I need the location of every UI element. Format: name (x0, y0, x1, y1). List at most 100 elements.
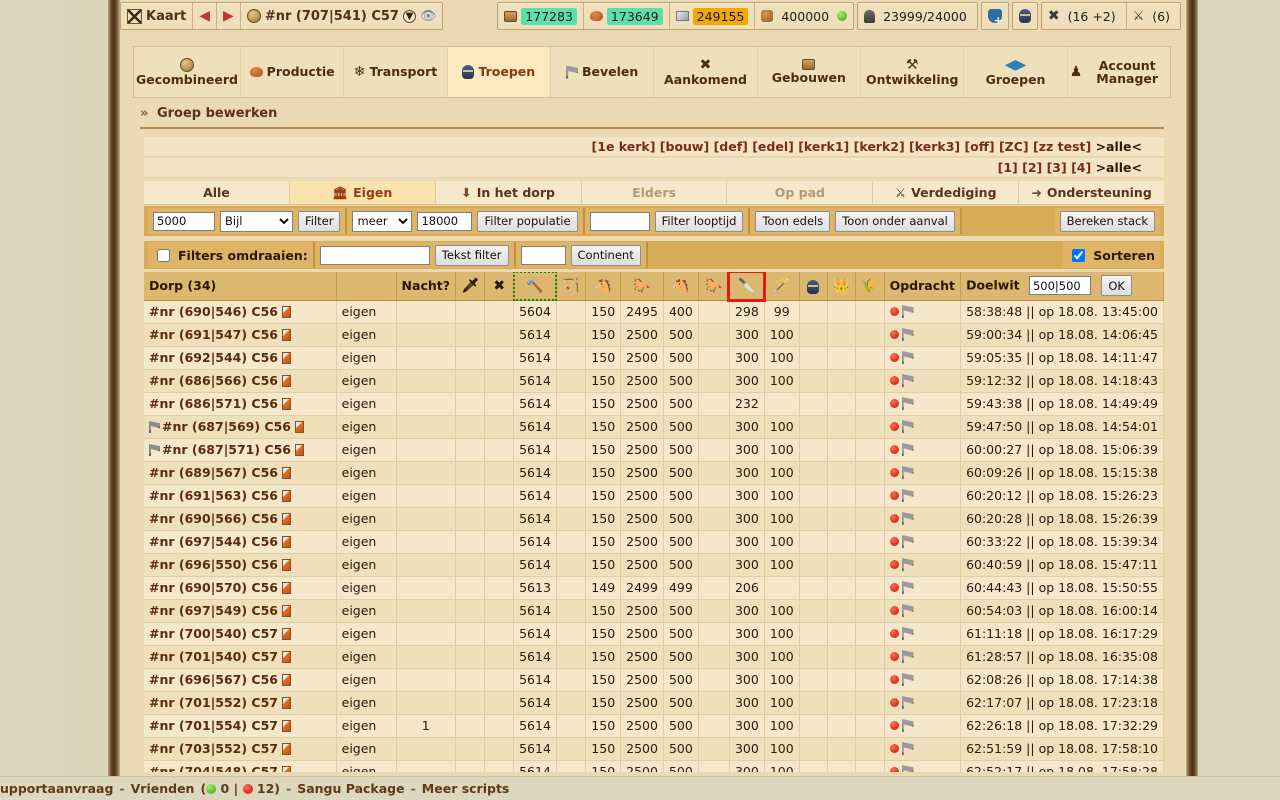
nav-aankomend[interactable]: ✖ Aankomend (654, 47, 758, 97)
chevron-down-icon[interactable]: ▼ (402, 9, 416, 23)
calculate-stack-button[interactable]: Bereken stack (1059, 210, 1155, 232)
table-row[interactable]: #nr (700|540) C57 eigen 5614 150 2500 500 300 1… (144, 622, 1164, 646)
edit-pencil-icon[interactable] (282, 490, 291, 502)
cell-task[interactable] (884, 484, 962, 508)
th-spear[interactable]: 🗡 (455, 272, 486, 301)
flag-icon[interactable] (901, 765, 914, 772)
group-link[interactable]: [3] (1047, 160, 1067, 175)
table-row[interactable]: #nr (691|563) C56 eigen 5614 150 2500 500 300 1… (144, 484, 1164, 508)
group-link[interactable]: [bouw] (660, 139, 709, 154)
filter-runtime-button[interactable]: Filter looptijd (654, 210, 744, 232)
flag-icon[interactable] (901, 489, 914, 502)
flag-icon[interactable] (901, 719, 914, 732)
edit-pencil-icon[interactable] (282, 306, 291, 318)
cell-village[interactable]: #nr (692|544) C56 (144, 346, 337, 370)
cell-task[interactable] (884, 622, 962, 646)
table-row[interactable]: #nr (686|571) C56 eigen 5614 150 2500 500 232 5… (144, 392, 1164, 416)
flag-icon[interactable] (901, 374, 914, 387)
red-dot-icon[interactable] (889, 514, 899, 523)
th-heavy-cavalry[interactable]: 🐎 (698, 272, 730, 301)
cell-village[interactable]: #nr (701|552) C57 (144, 691, 337, 715)
village-link[interactable]: #nr (696|550) C56 (149, 557, 278, 572)
tab-in-het-dorp[interactable]: ⬇ In het dorp (436, 181, 582, 204)
village-link[interactable]: #nr (701|552) C57 (149, 695, 278, 710)
filter-button[interactable]: Filter (298, 210, 341, 232)
village-link[interactable]: #nr (701|554) C57 (149, 718, 278, 733)
red-dot-icon[interactable] (889, 675, 899, 684)
red-dot-icon[interactable] (889, 491, 899, 500)
nav-gecombineerd[interactable]: Gecombineerd (134, 47, 241, 97)
village-link[interactable]: #nr (701|540) C57 (149, 649, 278, 664)
red-dot-icon[interactable] (889, 399, 899, 408)
group-link-all[interactable]: >alle< (1096, 139, 1142, 154)
cell-task[interactable] (884, 599, 962, 623)
table-row[interactable]: #nr (687|569) C56 eigen 5614 150 2500 500 300 1… (144, 415, 1164, 439)
group-link[interactable]: [zz test] (1033, 139, 1091, 154)
flag-icon[interactable] (901, 696, 914, 709)
red-dot-icon[interactable] (889, 445, 899, 454)
red-dot-icon[interactable] (889, 606, 899, 615)
village-link[interactable]: #nr (687|571) C56 (162, 442, 291, 457)
group-link[interactable]: [2] (1022, 160, 1042, 175)
edit-pencil-icon[interactable] (282, 605, 291, 617)
cell-task[interactable] (884, 760, 962, 772)
red-dot-icon[interactable] (889, 537, 899, 546)
flag-icon[interactable] (901, 328, 914, 341)
red-dot-icon[interactable] (889, 629, 899, 638)
edit-pencil-icon[interactable] (282, 628, 291, 640)
edit-pencil-icon[interactable] (282, 743, 291, 755)
village-link[interactable]: #nr (700|540) C57 (149, 626, 278, 641)
cell-task[interactable] (884, 576, 962, 600)
current-village[interactable]: #nr (707|541) C57 ▼ 👁 (241, 3, 443, 29)
tab-op-pad[interactable]: Op pad (727, 181, 874, 204)
continent-button[interactable]: Continent (570, 244, 641, 266)
th-archer[interactable]: 🏹 (556, 272, 587, 301)
more-scripts-link[interactable]: Meer scripts (422, 781, 510, 796)
flag-icon[interactable] (901, 420, 914, 433)
red-dot-icon[interactable] (889, 376, 899, 385)
cell-task[interactable] (884, 369, 962, 393)
flag-icon[interactable] (901, 581, 914, 594)
cell-village[interactable]: #nr (690|570) C56 (144, 576, 337, 600)
th-village[interactable]: Dorp (34) (144, 272, 337, 301)
supports-counter[interactable]: ⚔ (6) (1127, 3, 1180, 29)
cell-village[interactable]: #nr (691|563) C56 (144, 484, 337, 508)
edit-pencil-icon[interactable] (282, 559, 291, 571)
red-dot-icon[interactable] (889, 721, 899, 730)
cell-village[interactable]: #nr (690|546) C56 (144, 300, 337, 324)
cell-village[interactable]: #nr (686|566) C56 (144, 369, 337, 393)
group-link[interactable]: [1] (998, 160, 1018, 175)
th-ram[interactable]: 🔪 (727, 272, 767, 302)
village-link[interactable]: #nr (697|544) C56 (149, 534, 278, 549)
villages-table-container[interactable]: Dorp (34) Nacht? 🗡 ✖ 🔨 🏹 🐴 🐎 🐴 🐎 🔪 🪄 👑 🌾… (144, 272, 1164, 772)
edit-pencil-icon[interactable] (282, 398, 291, 410)
table-row[interactable]: #nr (701|554) C57 eigen 1 5614 150 2500 500 300… (144, 714, 1164, 738)
red-dot-icon[interactable] (889, 744, 899, 753)
edit-pencil-icon[interactable] (295, 444, 304, 456)
cell-village[interactable]: #nr (704|548) C57 (144, 760, 337, 772)
cell-task[interactable] (884, 668, 962, 692)
cell-task[interactable] (884, 346, 962, 370)
village-link[interactable]: #nr (687|569) C56 (162, 419, 291, 434)
red-dot-icon[interactable] (889, 698, 899, 707)
show-under-attack-button[interactable]: Toon onder aanval (835, 210, 955, 232)
cell-village[interactable]: #nr (690|566) C56 (144, 507, 337, 531)
nav-ontwikkeling[interactable]: ⚒ Ontwikkeling (861, 47, 965, 97)
cell-task[interactable] (884, 553, 962, 577)
village-link[interactable]: #nr (691|547) C56 (149, 327, 278, 342)
attacks-counter[interactable]: ✖ (16 +2) (1042, 3, 1127, 29)
runtime-input[interactable] (589, 211, 650, 231)
prev-village-button[interactable]: ◀ (193, 3, 218, 29)
edit-pencil-icon[interactable] (282, 352, 291, 364)
edit-pencil-icon[interactable] (282, 536, 291, 548)
edit-pencil-icon[interactable] (295, 421, 304, 433)
table-row[interactable]: #nr (701|540) C57 eigen 5614 150 2500 500 300 1… (144, 645, 1164, 669)
target-ok-button[interactable]: OK (1101, 275, 1132, 297)
red-dot-icon[interactable] (889, 652, 899, 661)
tab-elders[interactable]: Elders (582, 181, 728, 204)
flag-icon[interactable] (901, 627, 914, 640)
sort-checkbox[interactable] (1072, 248, 1086, 262)
village-link[interactable]: #nr (686|571) C56 (149, 396, 278, 411)
table-row[interactable]: #nr (690|570) C56 eigen 5613 149 2499 499 206 6… (144, 576, 1164, 600)
tab-eigen[interactable]: 🏛 Eigen (289, 181, 436, 204)
